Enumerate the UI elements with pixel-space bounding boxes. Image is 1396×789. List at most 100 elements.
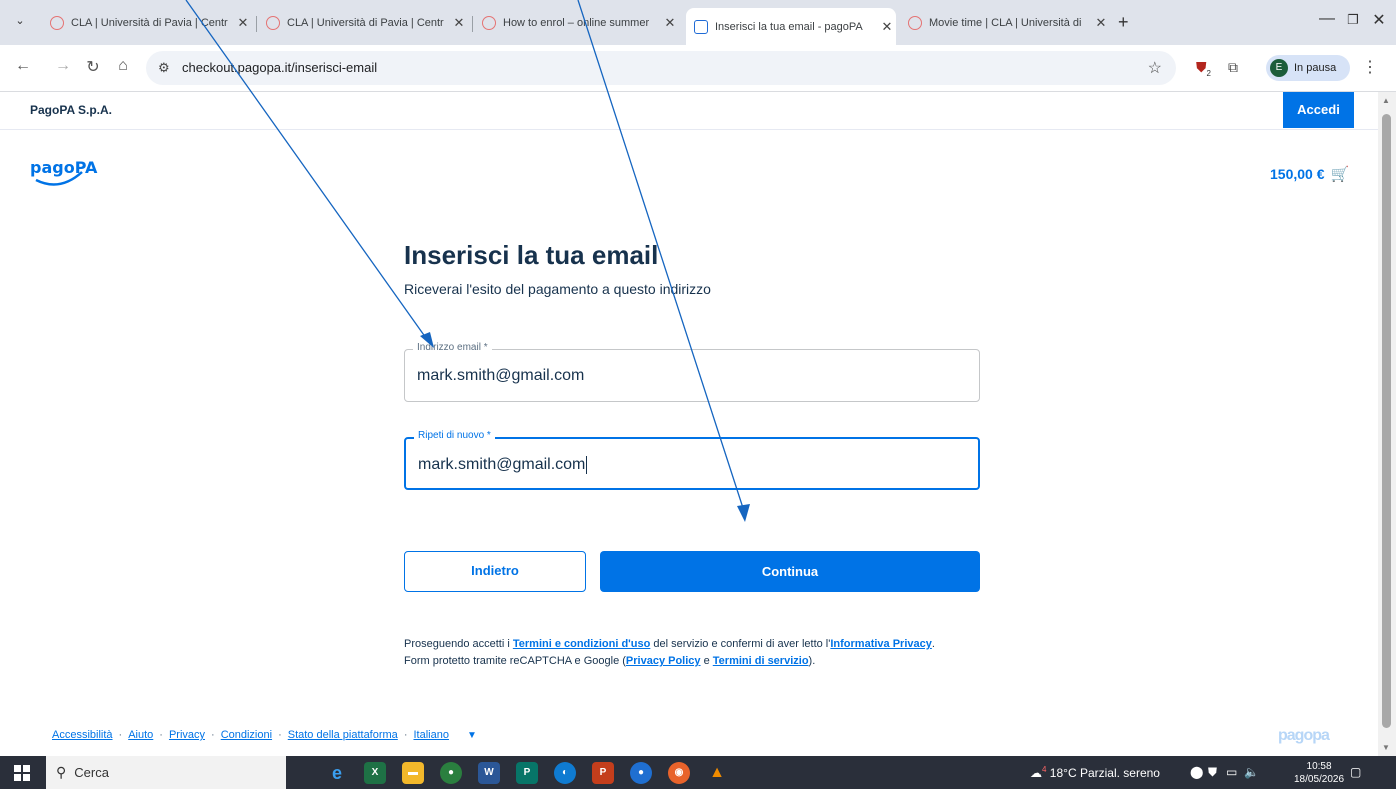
vlc-icon[interactable]: ▲ — [706, 762, 728, 784]
back-arrow-icon[interactable]: ← — [12, 57, 34, 75]
close-tab-icon[interactable]: ✕ — [878, 19, 896, 35]
email-field-value[interactable]: mark.smith@gmail.com — [417, 367, 584, 385]
page-subtitle: Riceverai l'esito del pagamento a questo… — [404, 281, 711, 297]
repeat-email-field[interactable]: Ripeti di nuovo * mark.smith@gmail.com — [404, 430, 980, 490]
browser-tab[interactable]: CLA | Università di Pavia | Centr ✕ — [258, 8, 468, 38]
project-icon[interactable]: P — [516, 762, 538, 784]
login-button[interactable]: Accedi — [1283, 92, 1354, 128]
network-icon[interactable]: ▭ — [1226, 765, 1237, 779]
firefox-icon[interactable]: ◉ — [668, 762, 690, 784]
footer-link-accessibility[interactable]: Accessibilità — [52, 729, 113, 741]
browser-menu-icon[interactable]: ⋮ — [1362, 57, 1378, 77]
email-field[interactable]: Indirizzo email * mark.smith@gmail.com — [404, 342, 980, 402]
pagopa-logo[interactable]: pagoPA — [30, 156, 97, 196]
browser-tab[interactable]: CLA | Università di Pavia | Centr ✕ — [42, 8, 252, 38]
privacy-notice-link[interactable]: Informativa Privacy — [830, 638, 932, 650]
tray-security-icon[interactable]: ⛊ — [1208, 765, 1217, 780]
email-field-label: Indirizzo email * — [413, 342, 492, 353]
cart-amount: 150,00 € — [1270, 166, 1325, 182]
google-privacy-link[interactable]: Privacy Policy — [626, 655, 701, 667]
site-favicon-icon — [908, 16, 922, 30]
tab-separator — [472, 16, 473, 32]
tab-title: Movie time | CLA | Università di — [929, 17, 1082, 29]
tab-title: CLA | Università di Pavia | Centr — [287, 17, 444, 29]
bookmark-star-icon[interactable]: ☆ — [1148, 58, 1162, 78]
url-text[interactable]: checkout.pagopa.it/inserisci-email — [182, 60, 377, 75]
annotation-arrowhead-continue — [737, 504, 750, 522]
profile-button[interactable]: E In pausa — [1266, 55, 1350, 81]
tab-title: How to enrol – online summer — [503, 17, 650, 29]
footer-link-platform-status[interactable]: Stato della piattaforma — [288, 729, 398, 741]
continue-button[interactable]: Continua — [600, 551, 980, 592]
browser-tab[interactable]: How to enrol – online summer ✕ — [474, 8, 679, 38]
windows-start-icon[interactable] — [14, 765, 30, 781]
footer-link-privacy[interactable]: Privacy — [169, 729, 205, 741]
site-favicon-icon — [266, 16, 280, 30]
address-bar[interactable]: ⚙ checkout.pagopa.it/inserisci-email ☆ — [146, 51, 1176, 85]
search-icon: ⚲ — [56, 764, 67, 780]
browser-tab[interactable]: Movie time | CLA | Università di ✕ — [900, 8, 1110, 38]
new-tab-button[interactable]: + — [1118, 12, 1129, 33]
close-tab-icon[interactable]: ✕ — [450, 15, 468, 31]
footer-link-conditions[interactable]: Condizioni — [221, 729, 272, 741]
terms-link[interactable]: Termini e condizioni d'uso — [513, 638, 650, 650]
legal-line-1: Proseguendo accetti i Termini e condizio… — [404, 638, 935, 650]
legal-line-2: Form protetto tramite reCAPTCHA e Google… — [404, 655, 816, 667]
taskbar-search-placeholder: Cerca — [74, 765, 109, 780]
site-favicon-icon — [482, 16, 496, 30]
taskbar-clock[interactable]: 10:58 18/05/2026 — [1294, 760, 1344, 786]
file-explorer-icon[interactable]: ▬ — [402, 762, 424, 784]
avatar: E — [1270, 59, 1288, 77]
close-tab-icon[interactable]: ✕ — [1092, 15, 1110, 31]
word-icon[interactable]: W — [478, 762, 500, 784]
tab-separator — [256, 16, 257, 32]
cart-icon: 🛒 — [1330, 166, 1350, 183]
cart-summary[interactable]: 150,00 € 🛒 — [1270, 165, 1349, 183]
legal-notice: Proseguendo accetti i Termini e condizio… — [404, 636, 1004, 670]
close-tab-icon[interactable]: ✕ — [234, 15, 252, 31]
tab-search-chevron-icon[interactable]: ⌄ — [10, 14, 30, 32]
chrome-icon[interactable]: ● — [440, 762, 462, 784]
profile-status: In pausa — [1294, 62, 1337, 74]
close-tab-icon[interactable]: ✕ — [661, 15, 679, 31]
home-icon[interactable]: ⌂ — [112, 57, 134, 75]
language-selector[interactable]: Italiano — [413, 729, 448, 741]
weather-widget[interactable]: ☁4 18°C Parzial. sereno — [1030, 765, 1160, 780]
google-terms-link[interactable]: Termini di servizio — [713, 655, 809, 667]
powerpoint-icon[interactable]: P — [592, 762, 614, 784]
extension-shield-icon[interactable]: ⛊2 — [1196, 59, 1211, 78]
extensions-puzzle-icon[interactable]: ⧉ — [1228, 59, 1238, 76]
site-favicon-icon — [50, 16, 64, 30]
reload-icon[interactable]: ↻ — [82, 57, 104, 77]
text-caret — [586, 456, 588, 474]
notifications-icon[interactable]: ▢ — [1350, 765, 1361, 779]
scrollbar-thumb[interactable] — [1382, 114, 1391, 728]
footer-link-help[interactable]: Aiuto — [128, 729, 153, 741]
repeat-email-field-value[interactable]: mark.smith@gmail.com — [418, 456, 588, 474]
pagopa-favicon-icon — [694, 19, 708, 34]
excel-icon[interactable]: X — [364, 762, 386, 784]
ie-icon[interactable]: e — [326, 762, 348, 784]
window-close-icon[interactable]: ✕ — [1364, 10, 1394, 30]
org-name: PagoPA S.p.A. — [30, 103, 113, 117]
browser-tab-active[interactable]: Inserisci la tua email - pagoPA ✕ — [686, 8, 896, 45]
site-info-icon[interactable]: ⚙ — [158, 60, 170, 76]
page-footer: Accessibilità · Aiuto · Privacy · Condizion… — [52, 729, 477, 741]
forward-arrow-icon[interactable]: → — [52, 57, 74, 75]
browser-tab-bar: ⌄ CLA | Università di Pavia | Centr ✕ CL… — [0, 0, 1396, 45]
page-scrollbar[interactable]: ▲ ▼ — [1378, 92, 1396, 756]
tab-title: CLA | Università di Pavia | Centr — [71, 17, 228, 29]
volume-icon[interactable]: 🔈 — [1244, 765, 1259, 779]
taskbar-search[interactable]: ⚲ Cerca — [46, 756, 286, 789]
edge-icon[interactable]: ◐ — [554, 762, 576, 784]
weather-icon: ☁ — [1030, 766, 1042, 780]
scroll-down-icon[interactable]: ▼ — [1382, 743, 1390, 752]
back-button[interactable]: Indietro — [404, 551, 586, 592]
logo-swoosh-icon — [35, 171, 83, 186]
tray-app-icon[interactable]: ⬤ — [1190, 765, 1203, 779]
repeat-email-field-label: Ripeti di nuovo * — [414, 430, 495, 441]
app-icon[interactable]: ● — [630, 762, 652, 784]
chevron-down-icon[interactable]: ▼ — [467, 730, 477, 741]
scroll-up-icon[interactable]: ▲ — [1382, 96, 1390, 105]
clock-time: 10:58 — [1306, 761, 1332, 772]
